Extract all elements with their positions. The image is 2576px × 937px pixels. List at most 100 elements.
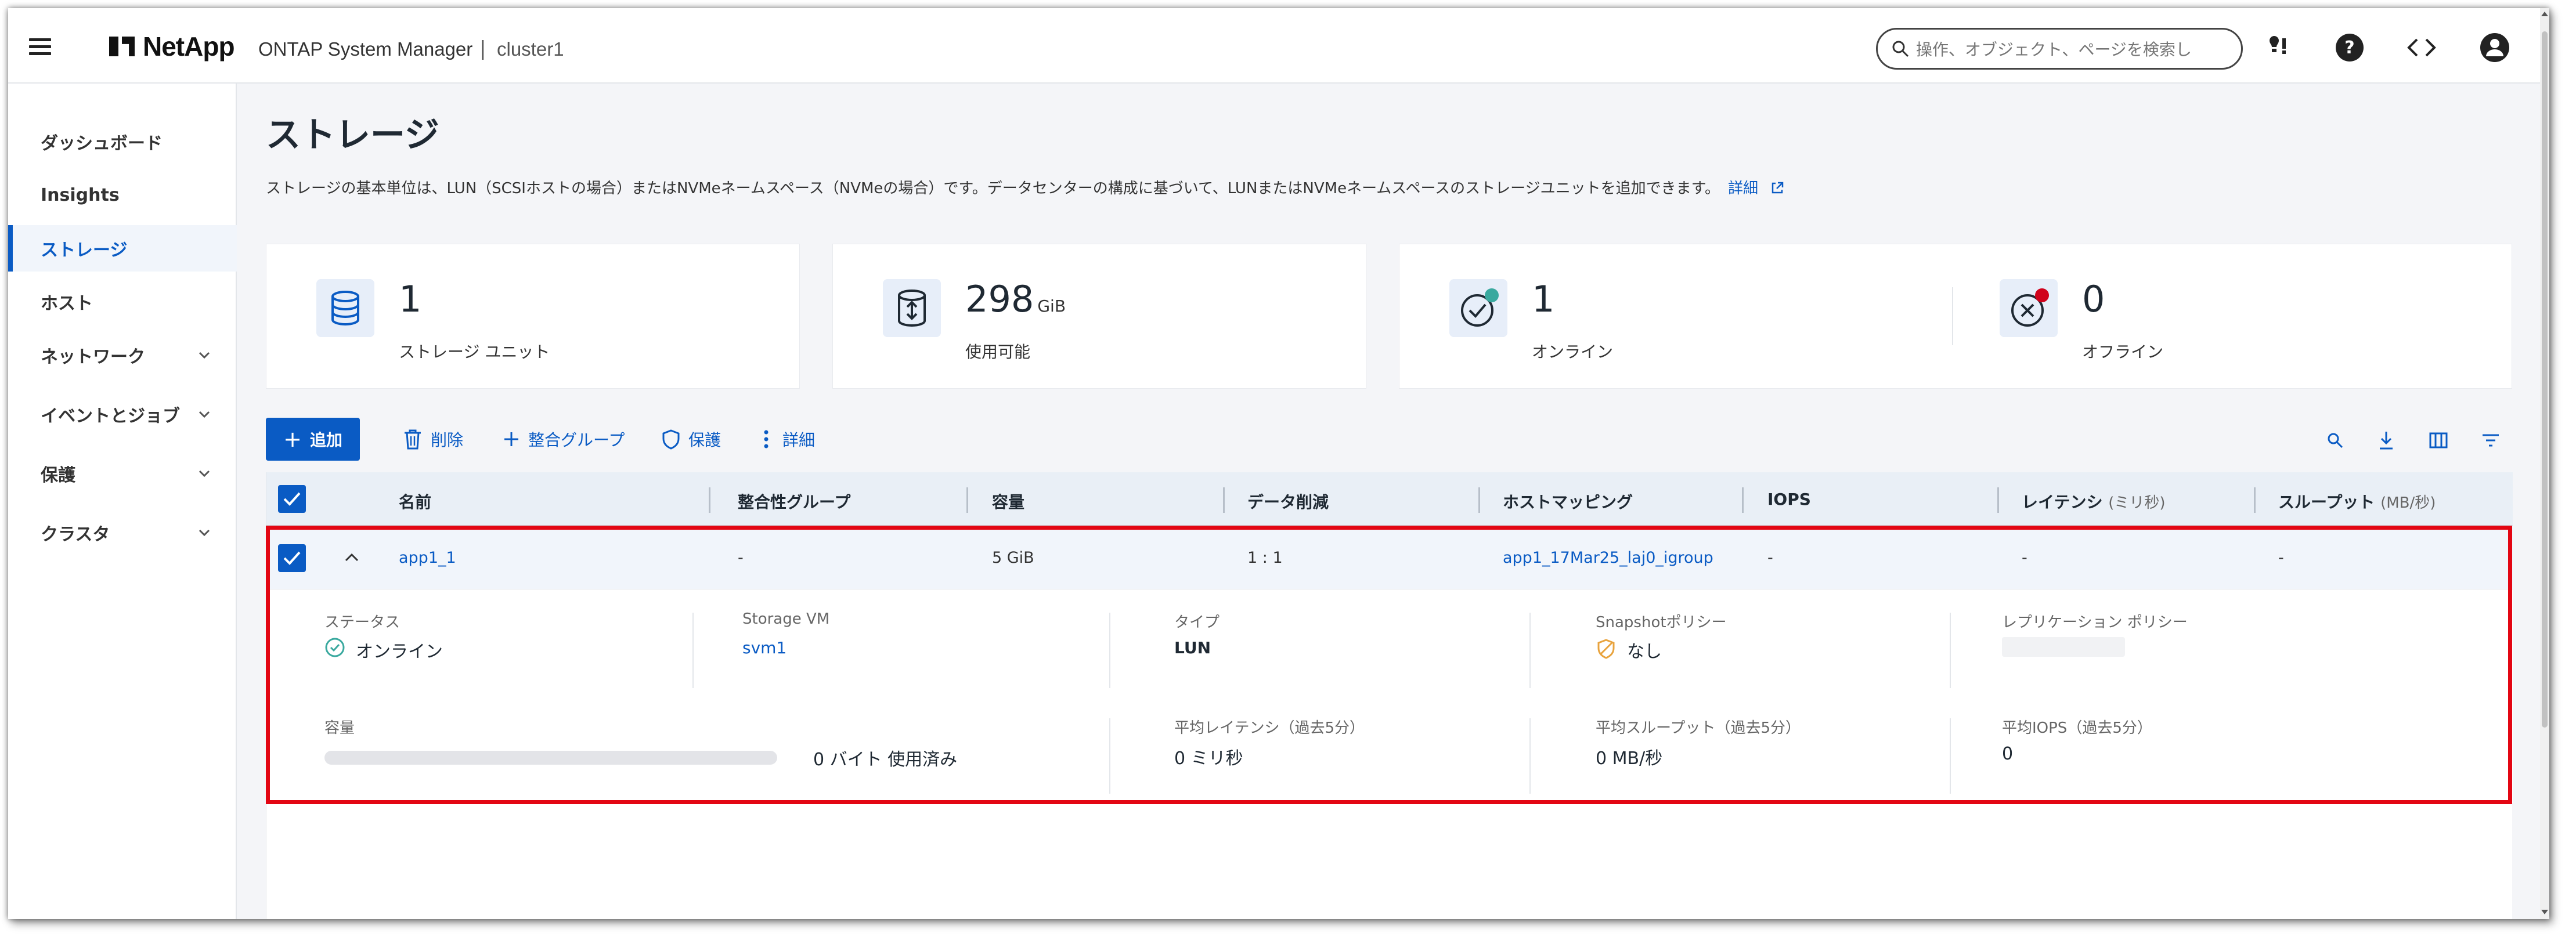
protect-button[interactable]: 保護: [662, 425, 721, 454]
row-cg: -: [738, 549, 744, 567]
column-header-cg[interactable]: 整合性グループ: [738, 490, 850, 513]
card-divider: [1952, 287, 1953, 345]
user-icon[interactable]: [2478, 31, 2511, 64]
top-bar: NetApp ONTAP System Manager | cluster1 ?: [8, 8, 2540, 84]
lightbulb-icon[interactable]: [2263, 31, 2295, 64]
protect-label: 保護: [688, 430, 721, 450]
trash-icon: [405, 429, 421, 450]
app-title: ONTAP System Manager: [258, 38, 473, 60]
detail-divider: [1529, 718, 1531, 794]
search-icon: [1892, 41, 1909, 57]
replication-policy-label: レプリケーション ポリシー: [2002, 614, 2188, 631]
columns-icon[interactable]: [2425, 427, 2452, 454]
details-link-label: 詳細: [1728, 180, 1759, 197]
column-header-latency[interactable]: レイテンシ (ミリ秒): [2022, 490, 2166, 513]
table-search-icon[interactable]: [2322, 427, 2348, 454]
cluster-name: cluster1: [497, 38, 564, 60]
detail-divider: [692, 613, 694, 688]
database-icon: [316, 279, 374, 337]
row-checkbox[interactable]: [278, 544, 306, 572]
column-header-reduction[interactable]: データ削減: [1247, 490, 1329, 513]
menu-icon[interactable]: [29, 38, 51, 55]
brand-name: NetApp: [143, 31, 235, 61]
row-throughput: -: [2278, 549, 2284, 567]
available-capacity-card[interactable]: 298 GiB 使用可能: [832, 244, 1366, 389]
column-header-host-mapping[interactable]: ホストマッピング: [1503, 490, 1633, 513]
latency-header-unit: (ミリ秒): [2108, 494, 2166, 512]
code-icon[interactable]: [2405, 31, 2438, 64]
scroll-down-arrow[interactable]: [2541, 910, 2548, 914]
sidebar-item-network[interactable]: ネットワーク: [8, 332, 237, 378]
help-icon[interactable]: ?: [2333, 31, 2366, 64]
external-link-icon: [1772, 182, 1784, 194]
netapp-logo[interactable]: NetApp: [109, 31, 235, 61]
download-icon[interactable]: [2373, 427, 2400, 454]
chevron-down-icon: [199, 411, 210, 418]
capacity-usage-bar: [324, 751, 777, 765]
filter-icon[interactable]: [2477, 427, 2504, 454]
sidebar-item-label: クラスタ: [41, 524, 110, 545]
select-all-checkbox[interactable]: [278, 485, 306, 513]
storage-units-label: ストレージ ユニット: [399, 342, 550, 361]
sidebar-item-cluster[interactable]: クラスタ: [8, 509, 237, 556]
description-text: ストレージの基本単位は、LUN（SCSIホストの場合）またはNVMeネームスペー…: [266, 180, 1720, 197]
global-search[interactable]: [1876, 28, 2243, 70]
sidebar-item-label: ダッシュボード: [41, 133, 163, 154]
detail-divider: [1950, 613, 1951, 688]
detail-divider: [1950, 718, 1951, 794]
consistency-group-button[interactable]: 整合グループ: [503, 425, 625, 454]
available-unit: GiB: [1037, 296, 1066, 316]
svm-link[interactable]: svm1: [742, 638, 786, 657]
column-header-iops[interactable]: IOPS: [1767, 490, 1811, 509]
column-header-throughput[interactable]: スループット (MB/秒): [2278, 490, 2436, 513]
more-vertical-icon: [764, 430, 769, 448]
table-row[interactable]: app1_1 - 5 GiB 1 : 1 app1_17Mar25_laj0_i…: [266, 526, 2513, 589]
chevron-down-icon: [199, 529, 210, 537]
sidebar-item-hosts[interactable]: ホスト: [8, 278, 237, 325]
column-header-name[interactable]: 名前: [399, 490, 431, 513]
shield-slash-icon: [1597, 639, 1615, 659]
online-count[interactable]: 1: [1532, 278, 1554, 320]
column-header-capacity[interactable]: 容量: [992, 490, 1024, 513]
consistency-group-label: 整合グループ: [528, 430, 625, 450]
scroll-up-arrow[interactable]: [2541, 12, 2548, 16]
row-iops: -: [1767, 549, 1773, 567]
column-divider: [966, 487, 968, 513]
add-button[interactable]: + 追加: [266, 418, 360, 461]
sidebar-item-events-jobs[interactable]: イベントとジョブ: [8, 391, 237, 437]
avg-iops-value: 0: [2002, 744, 2014, 764]
column-divider: [1997, 487, 1999, 513]
delete-button[interactable]: 削除: [403, 425, 463, 454]
capacity-used-text: 0 バイト 使用済み: [813, 750, 958, 770]
row-host-mapping-link[interactable]: app1_17Mar25_laj0_igroup: [1503, 549, 1713, 567]
status-online-icon: [325, 638, 345, 657]
svg-text:?: ?: [2344, 38, 2354, 58]
shield-icon: [662, 429, 680, 450]
row-capacity: 5 GiB: [992, 549, 1034, 567]
avg-latency-value: 0 ミリ秒: [1174, 748, 1243, 769]
chevron-down-icon: [199, 470, 210, 477]
sidebar-item-protection[interactable]: 保護: [8, 450, 237, 497]
vertical-scrollbar[interactable]: [2540, 8, 2549, 919]
scrollbar-thumb[interactable]: [2542, 31, 2548, 728]
checkmark-icon: [283, 492, 301, 506]
sidebar-item-label: ストレージ: [41, 240, 128, 261]
avg-throughput-value: 0 MB/秒: [1596, 748, 1663, 769]
checkmark-icon: [283, 551, 301, 565]
avg-throughput-label: 平均スループット（過去5分）: [1596, 719, 1801, 737]
column-divider: [1742, 487, 1744, 513]
offline-count[interactable]: 0: [2082, 278, 2105, 320]
add-button-label: 追加: [309, 430, 342, 450]
details-link[interactable]: 詳細: [1728, 180, 1785, 197]
more-button[interactable]: 詳細: [763, 425, 815, 454]
online-label: オンライン: [1532, 342, 1614, 361]
sidebar-item-storage[interactable]: ストレージ: [8, 225, 237, 272]
available-label: 使用可能: [965, 342, 1031, 361]
chevron-up-icon[interactable]: [342, 548, 362, 567]
storage-units-card[interactable]: 1 ストレージ ユニット: [266, 244, 800, 389]
row-name-link[interactable]: app1_1: [399, 549, 456, 567]
sidebar-item-insights[interactable]: Insights: [8, 172, 237, 218]
snapshot-policy-value: なし: [1627, 642, 1662, 662]
search-input[interactable]: [1916, 38, 2229, 61]
sidebar-item-dashboard[interactable]: ダッシュボード: [8, 118, 237, 165]
